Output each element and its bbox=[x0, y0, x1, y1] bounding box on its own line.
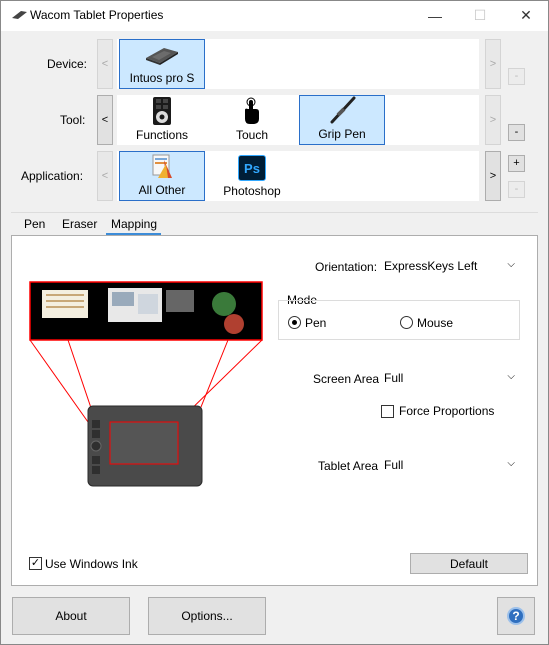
tablet-area-select[interactable]: Full ⌵ bbox=[379, 454, 521, 476]
chevron-down-icon: ⌵ bbox=[507, 371, 515, 382]
screen-window-3 bbox=[166, 290, 194, 312]
tablet-active-area bbox=[109, 421, 179, 465]
help-button[interactable]: ? bbox=[497, 597, 535, 635]
tab-mapping[interactable]: Mapping bbox=[106, 213, 162, 235]
device-tile-intuos[interactable]: Intuos pro S bbox=[119, 39, 205, 89]
orientation-select[interactable]: ExpressKeys Left ⌵ bbox=[379, 255, 521, 277]
tab-eraser[interactable]: Eraser bbox=[62, 213, 97, 235]
application-add-button[interactable]: + bbox=[508, 155, 525, 172]
chevron-down-icon: ⌵ bbox=[507, 458, 515, 469]
tool-tile-grip-pen[interactable]: Grip Pen bbox=[299, 95, 385, 145]
application-tile-all-other[interactable]: All Other bbox=[119, 151, 205, 201]
options-button[interactable]: Options... bbox=[148, 597, 266, 635]
tool-scroll-right[interactable]: > bbox=[485, 95, 501, 145]
device-tile-label: Intuos pro S bbox=[129, 71, 195, 85]
application-scroll-right[interactable]: > bbox=[485, 151, 501, 201]
application-remove-button[interactable]: - bbox=[508, 181, 525, 198]
use-windows-ink-label[interactable]: Use Windows Ink bbox=[45, 557, 138, 571]
mode-pen-radio[interactable] bbox=[288, 316, 301, 329]
touch-hand-icon bbox=[245, 97, 259, 124]
tool-tile-functions[interactable]: Functions bbox=[119, 95, 205, 145]
tool-tile-label: Functions bbox=[135, 128, 189, 142]
screen-area-select[interactable]: Full ⌵ bbox=[379, 367, 521, 389]
tab-pen[interactable]: Pen bbox=[24, 213, 45, 235]
tool-tile-label: Touch bbox=[235, 128, 269, 142]
force-proportions-label[interactable]: Force Proportions bbox=[399, 404, 494, 418]
mode-mouse-label[interactable]: Mouse bbox=[417, 316, 453, 330]
application-tile-label: Photoshop bbox=[223, 184, 281, 198]
mode-mouse-radio[interactable] bbox=[400, 316, 413, 329]
close-button[interactable]: ✕ bbox=[503, 0, 549, 31]
tablet-area-value: Full bbox=[384, 458, 404, 472]
functions-icon bbox=[153, 97, 171, 125]
mode-pen-label[interactable]: Pen bbox=[305, 316, 326, 330]
tool-tile-label: Grip Pen bbox=[318, 127, 366, 141]
orientation-label: Orientation: bbox=[315, 260, 378, 274]
wacom-app-icon bbox=[12, 11, 27, 19]
application-scroll-left[interactable]: < bbox=[97, 151, 113, 201]
device-scroll-right[interactable]: > bbox=[485, 39, 501, 89]
all-other-apps-icon bbox=[152, 154, 172, 178]
tool-label: Tool: bbox=[60, 113, 86, 127]
pen-icon bbox=[330, 96, 356, 124]
tablet-area-label: Tablet Area: bbox=[318, 459, 382, 473]
application-tile-photoshop[interactable]: Ps Photoshop bbox=[209, 151, 295, 201]
map-line-left-outer bbox=[29, 339, 89, 423]
about-button[interactable]: About bbox=[12, 597, 130, 635]
force-proportions-checkbox[interactable] bbox=[381, 405, 394, 418]
device-remove-button[interactable]: - bbox=[508, 68, 525, 85]
window-title: Wacom Tablet Properties bbox=[30, 8, 164, 22]
screen-area-label: Screen Area: bbox=[313, 372, 383, 386]
photoshop-icon: Ps bbox=[238, 155, 266, 181]
device-scroll-left[interactable]: < bbox=[97, 39, 113, 89]
screen-area-value: Full bbox=[384, 371, 404, 385]
minimize-button[interactable]: — bbox=[412, 0, 458, 31]
tool-tile-touch[interactable]: Touch bbox=[209, 95, 295, 145]
tool-remove-button[interactable]: - bbox=[508, 124, 525, 141]
default-button[interactable]: Default bbox=[410, 553, 528, 574]
screen-character bbox=[212, 292, 236, 316]
application-label: Application: bbox=[21, 169, 84, 183]
tool-scroll-left[interactable]: < bbox=[97, 95, 113, 145]
use-windows-ink-checkbox[interactable]: ✓ bbox=[29, 557, 42, 570]
chevron-down-icon: ⌵ bbox=[507, 259, 515, 270]
application-tile-label: All Other bbox=[138, 183, 186, 197]
orientation-value: ExpressKeys Left bbox=[384, 259, 478, 273]
mapping-diagram bbox=[29, 281, 263, 487]
maximize-button[interactable]: ☐ bbox=[457, 0, 503, 31]
device-label: Device: bbox=[47, 57, 88, 71]
help-icon: ? bbox=[507, 607, 525, 625]
tablet-icon bbox=[146, 48, 178, 65]
